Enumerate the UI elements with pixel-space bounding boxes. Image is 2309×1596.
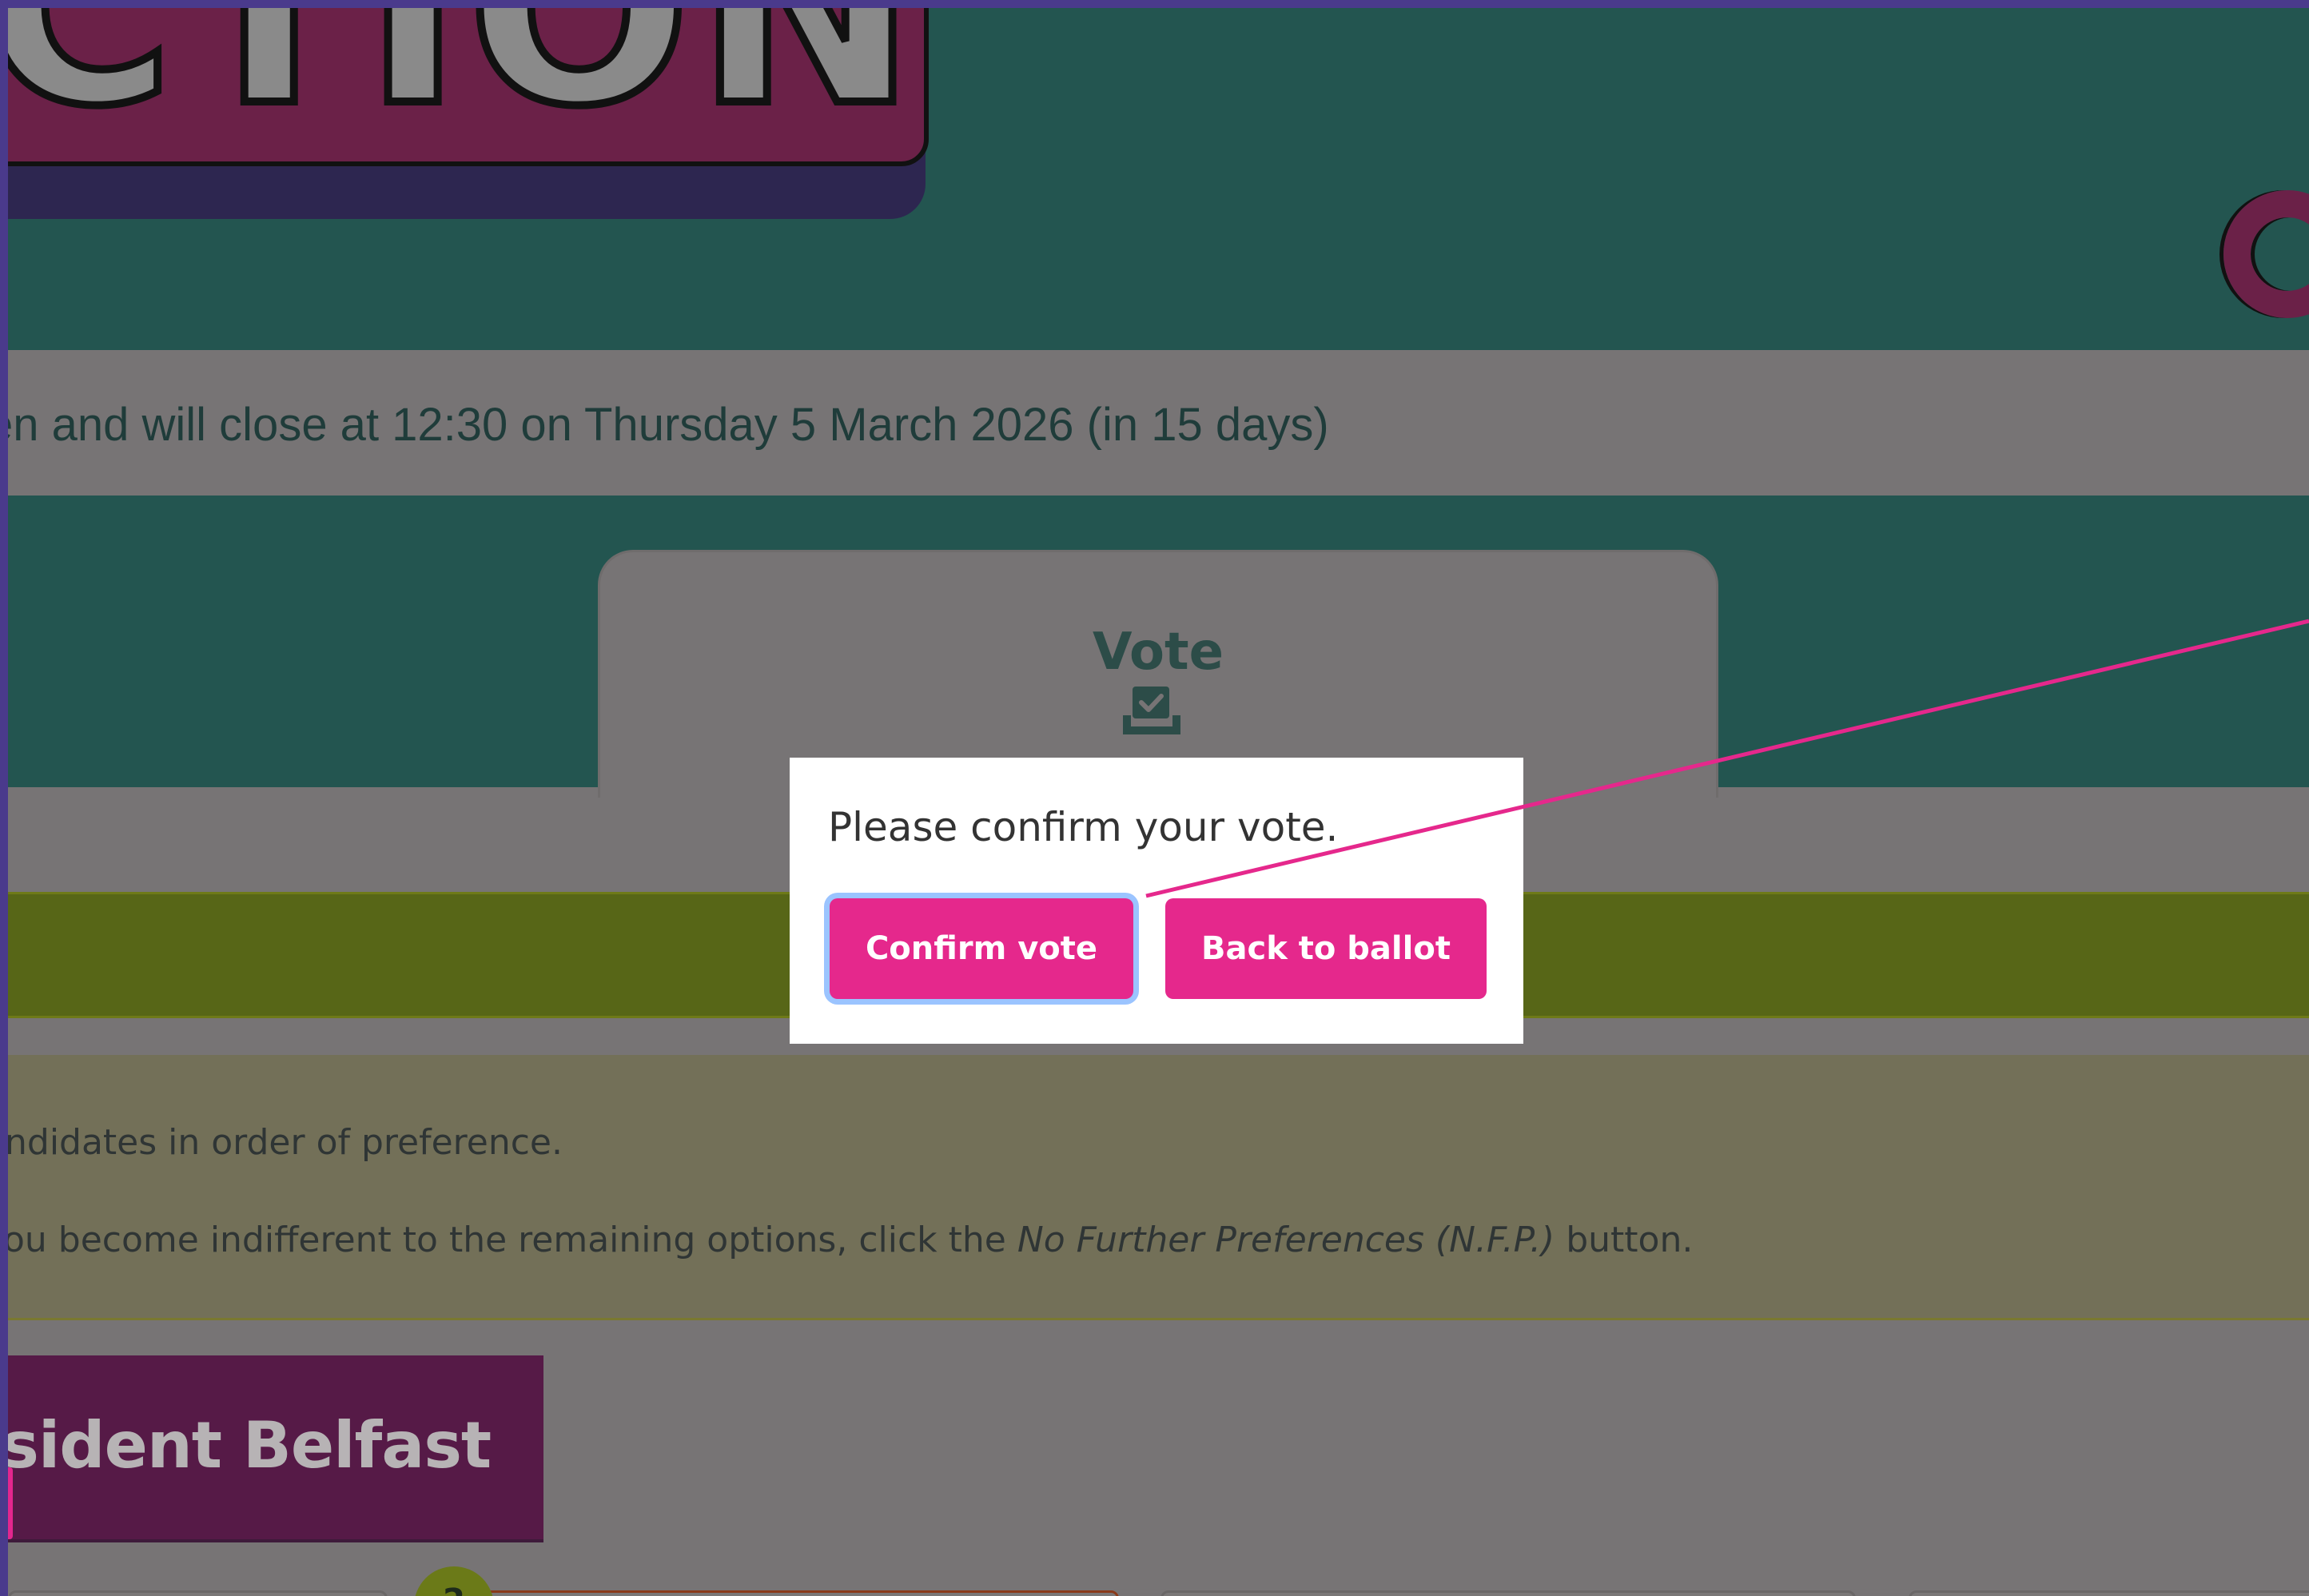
candidate-card[interactable] bbox=[1909, 1590, 2309, 1596]
preference-rank-badge: 2 bbox=[414, 1566, 494, 1596]
instruction-line-1: ndidates in order of preference. bbox=[8, 1122, 563, 1163]
confirm-vote-button[interactable]: Confirm vote bbox=[830, 898, 1133, 999]
confirm-vote-dialog: Please confirm your vote. Confirm vote B… bbox=[790, 758, 1523, 1044]
election-status-notice: en and will close at 12:30 on Thursday 5… bbox=[8, 350, 2309, 496]
site-header: CTIONS bbox=[8, 8, 2309, 350]
candidate-card[interactable] bbox=[1160, 1590, 1856, 1596]
election-status-text: en and will close at 12:30 on Thursday 5… bbox=[8, 399, 1329, 451]
instruction-line-2: ou become indifferent to the remaining o… bbox=[8, 1220, 1693, 1260]
region-heading: esident Belfast bbox=[8, 1355, 543, 1542]
instruction-line-2-suffix: button. bbox=[1555, 1220, 1694, 1260]
back-to-ballot-button[interactable]: Back to ballot bbox=[1165, 898, 1487, 999]
tab-vote-label: Vote bbox=[1093, 623, 1224, 682]
voting-instructions: ndidates in order of preference. ou beco… bbox=[8, 1055, 2309, 1320]
instruction-line-2-prefix: ou become indifferent to the remaining o… bbox=[8, 1220, 1017, 1260]
site-logo[interactable]: CTIONS bbox=[8, 8, 929, 166]
side-marker bbox=[8, 1467, 13, 1539]
candidate-card[interactable] bbox=[8, 1590, 388, 1596]
decorative-ring-icon bbox=[2223, 190, 2309, 318]
instruction-nfp-emphasis: No Further Preferences (N.F.P.) bbox=[1017, 1220, 1555, 1260]
logo-text: CTIONS bbox=[8, 8, 924, 164]
region-title: esident Belfast bbox=[8, 1408, 492, 1483]
ballot-box-check-icon bbox=[1123, 687, 1180, 734]
candidate-card[interactable] bbox=[480, 1590, 1119, 1596]
confirm-message: Please confirm your vote. bbox=[828, 804, 1339, 850]
